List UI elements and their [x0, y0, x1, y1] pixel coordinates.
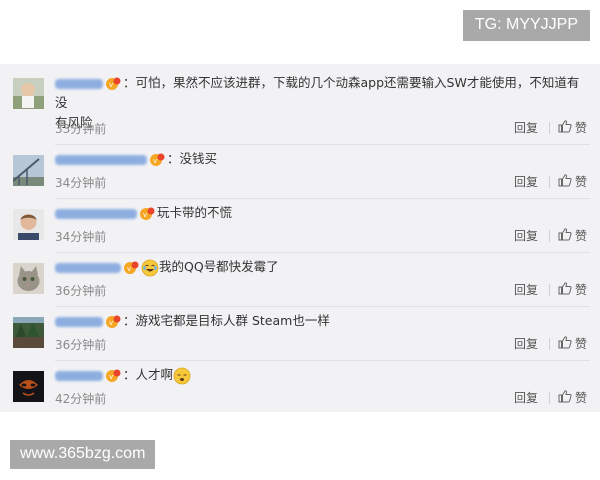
- comment-text: v ：人才啊: [55, 365, 582, 385]
- sleepy-face-emoji-icon: [173, 367, 191, 385]
- avatar[interactable]: [13, 371, 44, 402]
- comment-actions: 回复 赞: [514, 227, 587, 244]
- comment-actions: 回复 赞: [514, 173, 587, 190]
- vip-badge-icon: v: [123, 261, 139, 275]
- username-blurred[interactable]: [55, 154, 147, 165]
- avatar-bridge-photo-icon: [13, 155, 44, 186]
- avatar-forest-photo-icon: [13, 317, 44, 348]
- like-button[interactable]: 赞: [575, 337, 587, 351]
- vip-badge-icon: v: [139, 207, 155, 221]
- divider: [548, 175, 550, 188]
- avatar[interactable]: [13, 209, 44, 240]
- avatar[interactable]: [13, 78, 44, 109]
- svg-text:v: v: [109, 81, 113, 89]
- thumbs-up-icon[interactable]: [558, 119, 572, 136]
- svg-text:v: v: [109, 319, 113, 327]
- reply-button[interactable]: 回复: [514, 337, 538, 351]
- avatar-dark-mask-icon: [13, 371, 44, 402]
- svg-text:v: v: [143, 211, 147, 219]
- comment-text: v ：没钱买: [55, 149, 582, 169]
- username-blurred[interactable]: [55, 262, 121, 273]
- comment-text: v 玩卡带的不慌: [55, 203, 582, 223]
- avatar[interactable]: [13, 317, 44, 348]
- svg-text:v: v: [127, 265, 131, 273]
- username-blurred[interactable]: [55, 370, 103, 381]
- comment-time: 34分钟前: [55, 176, 107, 190]
- comment-item: v ：人才啊 42分钟前 回复 赞: [0, 361, 600, 412]
- comment-time: 36分钟前: [55, 284, 107, 298]
- watermark-site: www.365bzg.com: [10, 440, 156, 469]
- like-button[interactable]: 赞: [575, 283, 587, 297]
- thumbs-up-icon[interactable]: [558, 389, 572, 406]
- thumbs-up-icon[interactable]: [558, 173, 572, 190]
- reply-button[interactable]: 回复: [514, 391, 538, 405]
- divider: [548, 337, 550, 350]
- comment-item: v 玩卡带的不慌 34分钟前 回复 赞: [0, 199, 600, 252]
- avatar-cat-photo-icon: [13, 263, 44, 294]
- comment-actions: 回复 赞: [514, 119, 587, 136]
- avatar[interactable]: [13, 155, 44, 186]
- vip-badge-icon: v: [105, 315, 121, 329]
- comment-item: v 我的QQ号都快发霉了 36分钟前 回复 赞: [0, 253, 600, 306]
- thumbs-up-icon[interactable]: [558, 281, 572, 298]
- comment-time: 42分钟前: [55, 392, 107, 406]
- comment-item: v ：可怕，果然不应该进群，下载的几个动森app还需要输入SW才能使用，不知道有没…: [0, 64, 600, 144]
- vip-badge-icon: v: [105, 77, 121, 91]
- laughing-crying-emoji-icon: [141, 259, 159, 277]
- comment-actions: 回复 赞: [514, 335, 587, 352]
- username-blurred[interactable]: [55, 208, 137, 219]
- comment-item: v ：游戏宅都是目标人群 Steam也一样 36分钟前 回复 赞: [0, 307, 600, 360]
- comment-list: v ：可怕，果然不应该进群，下载的几个动森app还需要输入SW才能使用，不知道有没…: [0, 64, 600, 412]
- divider: [548, 121, 550, 134]
- divider: [548, 283, 550, 296]
- comment-item: v ：没钱买 34分钟前 回复 赞: [0, 145, 600, 198]
- divider: [548, 391, 550, 404]
- svg-text:v: v: [109, 373, 113, 381]
- avatar-child-photo-icon: [13, 78, 44, 109]
- like-button[interactable]: 赞: [575, 391, 587, 405]
- comment-text: v ：可怕，果然不应该进群，下载的几个动森app还需要输入SW才能使用，不知道有没…: [55, 75, 580, 130]
- reply-button[interactable]: 回复: [514, 283, 538, 297]
- svg-text:v: v: [153, 157, 157, 165]
- like-button[interactable]: 赞: [575, 121, 587, 135]
- comment-text: v 我的QQ号都快发霉了: [55, 257, 582, 277]
- username-blurred[interactable]: [55, 78, 103, 89]
- reply-button[interactable]: 回复: [514, 229, 538, 243]
- like-button[interactable]: 赞: [575, 229, 587, 243]
- avatar-man-portrait-icon: [13, 209, 44, 240]
- comment-time: 36分钟前: [55, 338, 107, 352]
- vip-badge-icon: v: [105, 369, 121, 383]
- username-blurred[interactable]: [55, 316, 103, 327]
- avatar[interactable]: [13, 263, 44, 294]
- comment-actions: 回复 赞: [514, 389, 587, 406]
- like-button[interactable]: 赞: [575, 175, 587, 189]
- comment-text: v ：游戏宅都是目标人群 Steam也一样: [55, 311, 582, 331]
- comment-time: 33分钟前: [55, 122, 107, 136]
- watermark-tg: TG: MYYJJPP: [462, 10, 590, 41]
- divider: [548, 229, 550, 242]
- reply-button[interactable]: 回复: [514, 175, 538, 189]
- vip-badge-icon: v: [149, 153, 165, 167]
- comment-actions: 回复 赞: [514, 281, 587, 298]
- comment-time: 34分钟前: [55, 230, 107, 244]
- thumbs-up-icon[interactable]: [558, 227, 572, 244]
- thumbs-up-icon[interactable]: [558, 335, 572, 352]
- reply-button[interactable]: 回复: [514, 121, 538, 135]
